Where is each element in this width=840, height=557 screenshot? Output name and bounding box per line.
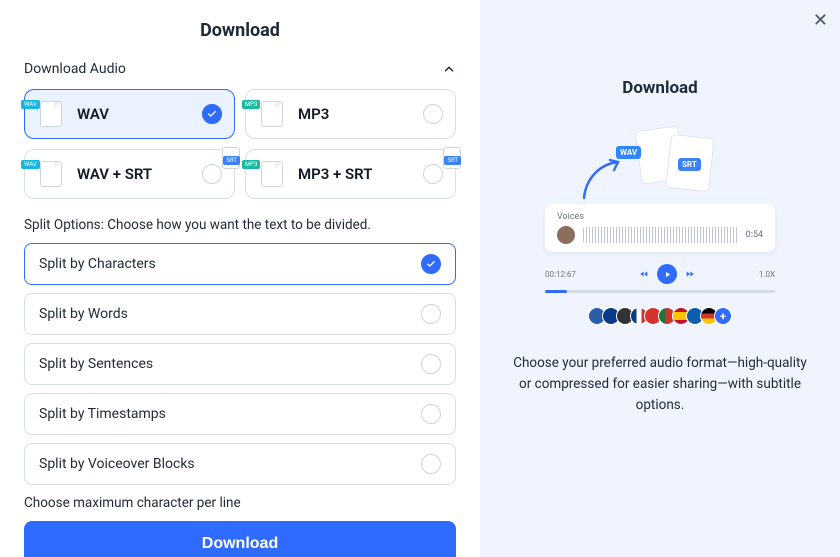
split-item-label: Split by Words <box>39 306 128 322</box>
rewind-icon <box>639 269 649 279</box>
radio-checked-icon <box>421 254 441 274</box>
close-icon[interactable]: ✕ <box>813 10 828 31</box>
radio-unchecked-icon <box>423 164 443 184</box>
split-item-label: Split by Characters <box>39 256 156 272</box>
voices-label: Voices <box>557 212 763 222</box>
illustration: WAV SRT Voices 0:54 00:12:67 1.0X <box>530 128 790 325</box>
download-button[interactable]: Download <box>24 521 456 557</box>
split-item-label: Split by Timestamps <box>39 406 166 422</box>
flag-more-icon: + <box>714 307 732 325</box>
format-mp3-srt[interactable]: MP3SRT MP3 + SRT <box>245 149 456 199</box>
forward-icon <box>685 269 695 279</box>
player-speed: 1.0X <box>759 270 775 279</box>
split-voiceover-blocks[interactable]: Split by Voiceover Blocks <box>24 443 456 485</box>
chevron-up-icon <box>442 62 456 76</box>
format-label: WAV <box>77 105 190 123</box>
split-options-list: Split by Characters Split by Words Split… <box>24 243 456 485</box>
radio-unchecked-icon <box>421 404 441 424</box>
page-title: Download <box>24 20 456 41</box>
right-description: Choose your preferred audio format—high-… <box>500 353 820 416</box>
radio-unchecked-icon <box>421 304 441 324</box>
format-wav-srt[interactable]: WAVSRT WAV + SRT <box>24 149 235 199</box>
format-label: MP3 + SRT <box>298 165 411 183</box>
player-time: 00:12:67 <box>545 270 576 279</box>
mp3-file-icon: MP3 <box>258 100 286 128</box>
progress-bar <box>545 290 775 293</box>
format-mp3[interactable]: MP3 MP3 <box>245 89 456 139</box>
split-words[interactable]: Split by Words <box>24 293 456 335</box>
split-sentences[interactable]: Split by Sentences <box>24 343 456 385</box>
voice-card: Voices 0:54 <box>545 204 775 252</box>
clip-duration: 0:54 <box>746 230 763 240</box>
download-audio-header[interactable]: Download Audio <box>24 61 456 77</box>
format-label: MP3 <box>298 105 411 123</box>
avatar <box>557 226 575 244</box>
split-item-label: Split by Sentences <box>39 356 153 372</box>
flags-row: + <box>588 307 732 325</box>
waveform-icon <box>583 227 738 243</box>
format-label: WAV + SRT <box>77 165 190 183</box>
ill-srt-tag: SRT <box>678 158 701 171</box>
right-panel-title: Download <box>622 78 697 98</box>
format-wav[interactable]: WAV WAV <box>24 89 235 139</box>
split-characters[interactable]: Split by Characters <box>24 243 456 285</box>
mp3-srt-file-icon: MP3SRT <box>258 160 286 188</box>
arrow-icon <box>578 156 628 202</box>
play-icon <box>657 264 677 284</box>
radio-unchecked-icon <box>421 454 441 474</box>
wav-file-icon: WAV <box>37 100 65 128</box>
player-bar: 00:12:67 1.0X <box>545 264 775 284</box>
radio-unchecked-icon <box>423 104 443 124</box>
wav-srt-file-icon: WAVSRT <box>37 160 65 188</box>
split-options-label: Split Options: Choose how you want the t… <box>24 217 456 233</box>
radio-checked-icon <box>202 104 222 124</box>
radio-unchecked-icon <box>202 164 222 184</box>
max-char-label: Choose maximum character per line <box>24 495 456 511</box>
format-grid: WAV WAV MP3 MP3 WAVSRT WAV + SRT MP3SRT … <box>24 89 456 199</box>
download-audio-label: Download Audio <box>24 61 126 77</box>
radio-unchecked-icon <box>421 354 441 374</box>
split-timestamps[interactable]: Split by Timestamps <box>24 393 456 435</box>
split-item-label: Split by Voiceover Blocks <box>39 456 195 472</box>
